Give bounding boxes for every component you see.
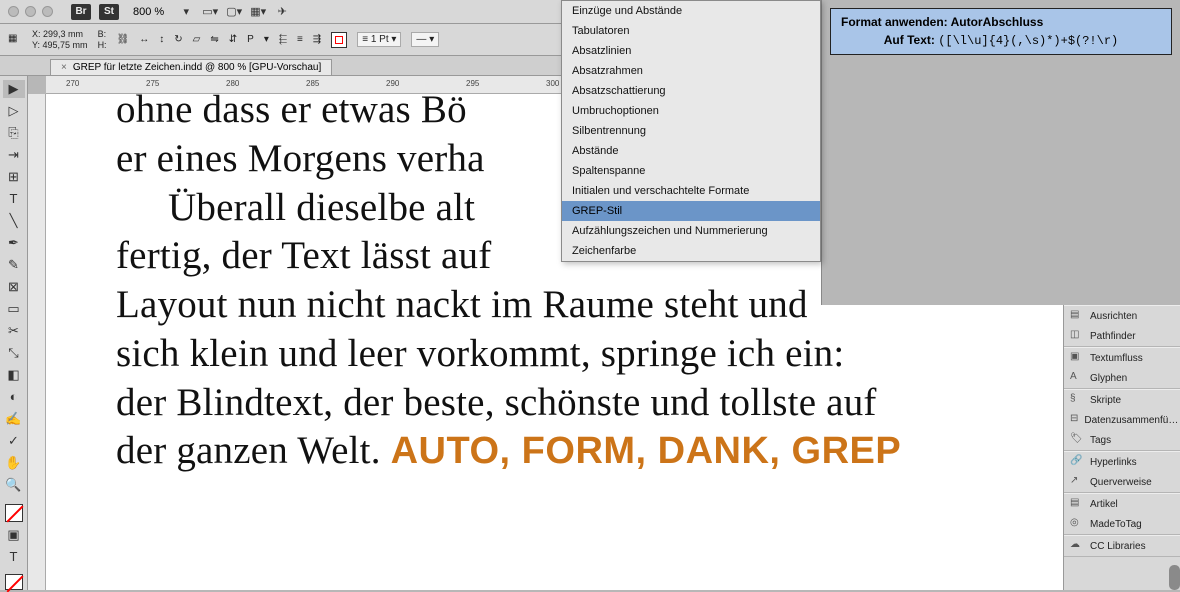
align-icon: ▤ bbox=[1070, 309, 1084, 323]
panel-artikel[interactable]: ▤Artikel bbox=[1064, 494, 1180, 514]
fill-stroke-swatch[interactable] bbox=[331, 32, 347, 48]
scale-y-icon[interactable]: ↕ bbox=[159, 34, 164, 45]
panel-dock: ▤Ausrichten ◫Pathfinder ▣Textumfluss AGl… bbox=[1063, 305, 1180, 590]
view-options-icon[interactable]: ▭▾ bbox=[202, 4, 218, 20]
scale-x-icon[interactable]: ↔ bbox=[139, 34, 149, 45]
document-tab[interactable]: × GREP für letzte Zeichen.indd @ 800 % [… bbox=[50, 59, 332, 75]
close-tab-icon[interactable]: × bbox=[61, 62, 67, 73]
cc-libraries-icon: ☁ bbox=[1070, 539, 1084, 553]
menu-item[interactable]: Tabulatoren bbox=[562, 21, 820, 41]
bridge-button[interactable]: Br bbox=[71, 4, 91, 20]
tags-icon: 🏷 bbox=[1070, 433, 1084, 447]
rocket-icon[interactable]: ✈ bbox=[274, 4, 290, 20]
grep-style-entry[interactable]: Format anwenden: AutorAbschluss Auf Text… bbox=[830, 8, 1172, 55]
align-left-icon[interactable]: ⬱ bbox=[279, 34, 287, 45]
textwrap-icon: ▣ bbox=[1070, 351, 1084, 365]
menu-item[interactable]: Silbentrennung bbox=[562, 121, 820, 141]
rotate-icon[interactable]: ↻ bbox=[174, 34, 182, 45]
panel-madetotag[interactable]: ◎MadeToTag bbox=[1064, 514, 1180, 534]
align-center-icon[interactable]: ≡ bbox=[297, 34, 303, 45]
link-icon[interactable]: ⛓ bbox=[117, 34, 130, 45]
paragraph-style-options-menu: Einzüge und Abstände Tabulatoren Absatzl… bbox=[561, 0, 821, 262]
crossref-icon: ↗ bbox=[1070, 475, 1084, 489]
glyphs-icon: A bbox=[1070, 371, 1084, 385]
grep-regex: ([\l\u]{4}(,\s)*)+$(?!\r) bbox=[938, 34, 1118, 48]
menu-item[interactable]: Aufzählungszeichen und Nummerierung bbox=[562, 221, 820, 241]
panel-datamerge[interactable]: ⊟Datenzusammenfü… bbox=[1064, 410, 1180, 430]
xy-coords: X: 299,3 mm Y: 495,75 mm bbox=[32, 29, 88, 50]
panel-cc-libraries[interactable]: ☁CC Libraries bbox=[1064, 536, 1180, 556]
menu-item[interactable]: Initialen und verschachtelte Formate bbox=[562, 181, 820, 201]
chevron-down-icon[interactable]: ▾ bbox=[178, 4, 194, 20]
screen-mode-icon[interactable]: ▢▾ bbox=[226, 4, 242, 20]
flip-v-icon[interactable]: ⇵ bbox=[229, 34, 237, 45]
p-label: P bbox=[247, 34, 254, 45]
panel-skripte[interactable]: §Skripte bbox=[1064, 390, 1180, 410]
flip-h-icon[interactable]: ⇋ bbox=[210, 34, 218, 45]
panel-querverweise[interactable]: ↗Querverweise bbox=[1064, 472, 1180, 492]
stroke-weight[interactable]: ≡ 1 Pt ▾ bbox=[357, 32, 401, 47]
hyperlink-icon: 🔗 bbox=[1070, 455, 1084, 469]
combo-icon[interactable]: ▾ bbox=[264, 34, 269, 45]
panel-glyphen[interactable]: AGlyphen bbox=[1064, 368, 1180, 388]
menu-item[interactable]: Absatzrahmen bbox=[562, 61, 820, 81]
grep-style-info-panel: Format anwenden: AutorAbschluss Auf Text… bbox=[821, 0, 1180, 305]
reference-point-icon[interactable]: ▦ bbox=[8, 33, 22, 47]
pathfinder-icon: ◫ bbox=[1070, 329, 1084, 343]
panel-textumfluss[interactable]: ▣Textumfluss bbox=[1064, 348, 1180, 368]
arrange-icon[interactable]: ▦▾ bbox=[250, 4, 266, 20]
styled-grep-text: AUTO, FORM, DANK, GREP bbox=[391, 430, 902, 472]
panel-tags[interactable]: 🏷Tags bbox=[1064, 430, 1180, 450]
menu-item[interactable]: Abstände bbox=[562, 141, 820, 161]
maximize-window-icon[interactable] bbox=[42, 6, 53, 17]
stock-button[interactable]: St bbox=[99, 4, 119, 20]
article-icon: ▤ bbox=[1070, 497, 1084, 511]
shear-icon[interactable]: ▱ bbox=[193, 34, 201, 45]
document-tab-title: GREP für letzte Zeichen.indd @ 800 % [GP… bbox=[73, 62, 321, 73]
align-right-icon[interactable]: ⇶ bbox=[313, 34, 321, 45]
menu-item[interactable]: Absatzlinien bbox=[562, 41, 820, 61]
menu-item-grep-stil[interactable]: GREP-Stil bbox=[562, 201, 820, 221]
wh-coords: B: H: bbox=[98, 29, 107, 50]
panel-hyperlinks[interactable]: 🔗Hyperlinks bbox=[1064, 452, 1180, 472]
scripts-icon: § bbox=[1070, 393, 1084, 407]
menu-item[interactable]: Einzüge und Abstände bbox=[562, 1, 820, 21]
y-value[interactable]: 495,75 mm bbox=[43, 40, 88, 50]
panel-pathfinder[interactable]: ◫Pathfinder bbox=[1064, 326, 1180, 346]
menu-item[interactable]: Spaltenspanne bbox=[562, 161, 820, 181]
dock-scrollbar[interactable] bbox=[1169, 565, 1180, 590]
madetotag-icon: ◎ bbox=[1070, 517, 1084, 531]
zoom-level[interactable]: 800 % bbox=[127, 6, 170, 18]
datamerge-icon: ⊟ bbox=[1070, 413, 1078, 427]
panel-ausrichten[interactable]: ▤Ausrichten bbox=[1064, 306, 1180, 326]
menu-item[interactable]: Absatzschattierung bbox=[562, 81, 820, 101]
close-window-icon[interactable] bbox=[8, 6, 19, 17]
menu-item[interactable]: Umbruchoptionen bbox=[562, 101, 820, 121]
menu-item[interactable]: Zeichenfarbe bbox=[562, 241, 820, 261]
x-value[interactable]: 299,3 mm bbox=[43, 29, 83, 39]
window-controls bbox=[8, 6, 63, 17]
minimize-window-icon[interactable] bbox=[25, 6, 36, 17]
stroke-style[interactable]: — ▾ bbox=[411, 32, 439, 47]
